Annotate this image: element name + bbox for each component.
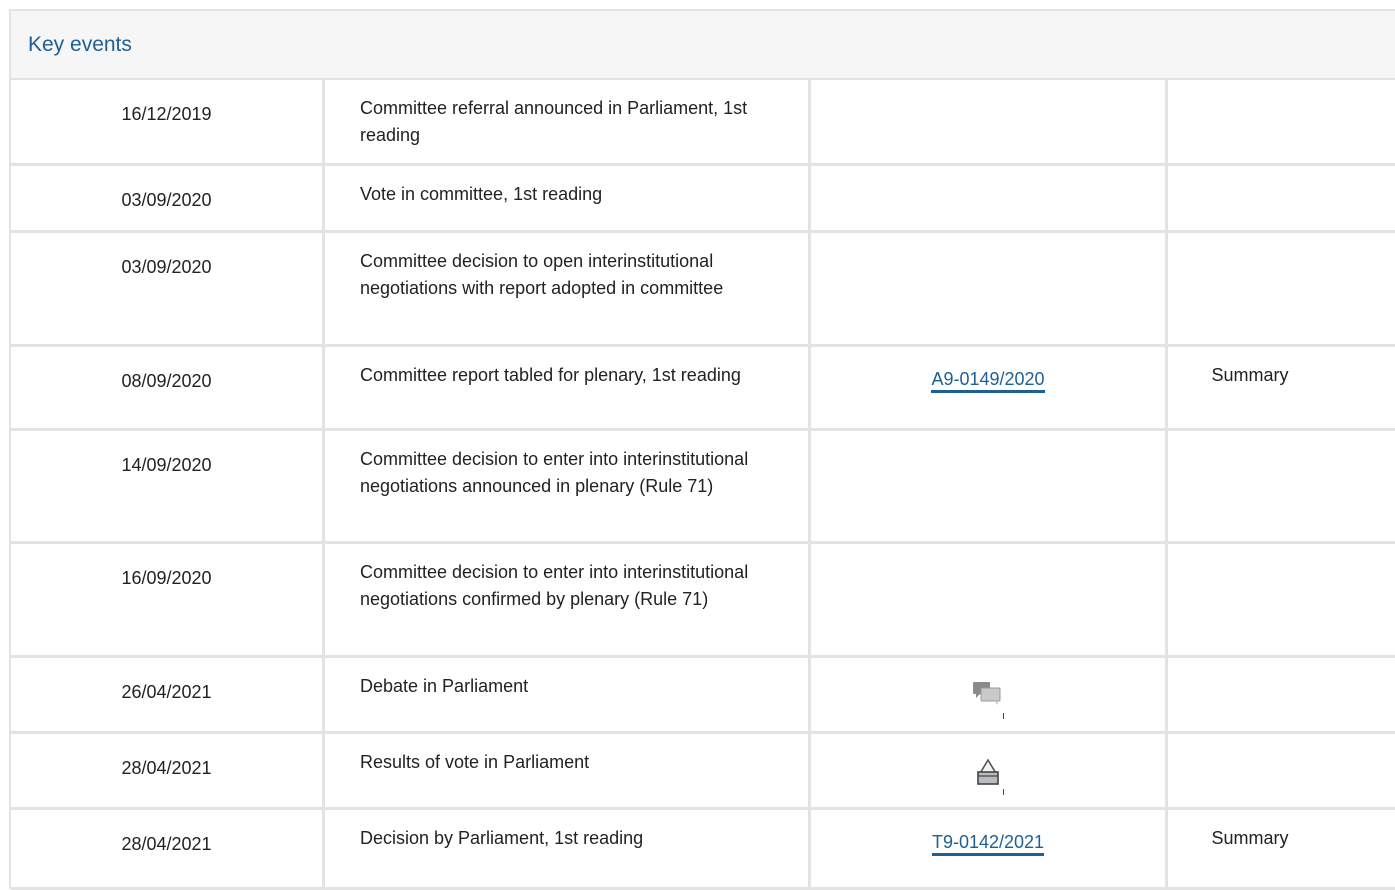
event-date: 14/09/2020 [11, 429, 324, 542]
event-date: 16/09/2020 [11, 542, 324, 656]
event-summary [1167, 164, 1395, 231]
event-summary [1167, 231, 1395, 345]
key-events-panel: Key events 16/12/2019 Committee referral… [9, 9, 1395, 889]
event-document: A9-0149/2020 [810, 345, 1167, 429]
event-date: 08/09/2020 [11, 345, 324, 429]
event-summary [1167, 542, 1395, 656]
event-document [810, 80, 1167, 164]
event-description: Committee report tabled for plenary, 1st… [324, 345, 810, 429]
event-date: 03/09/2020 [11, 164, 324, 231]
event-document [810, 542, 1167, 656]
debate-icon[interactable] [970, 679, 1006, 715]
event-summary[interactable]: Summary [1167, 808, 1395, 888]
event-description: Decision by Parliament, 1st reading [324, 808, 810, 888]
document-link[interactable]: T9-0142/2021 [932, 832, 1044, 856]
event-description: Committee decision to open interinstitut… [324, 231, 810, 345]
event-document [810, 231, 1167, 345]
table-row: 26/04/2021 Debate in Parliament [11, 656, 1395, 732]
event-summary [1167, 656, 1395, 732]
event-summary [1167, 732, 1395, 808]
event-description: Committee decision to enter into interin… [324, 429, 810, 542]
vote-icon[interactable] [970, 755, 1006, 791]
event-date: 28/04/2021 [11, 808, 324, 888]
table-row: 16/12/2019 Committee referral announced … [11, 80, 1395, 164]
event-summary[interactable]: Summary [1167, 345, 1395, 429]
event-description: Vote in committee, 1st reading [324, 164, 810, 231]
event-date: 26/04/2021 [11, 656, 324, 732]
panel-header: Key events [11, 11, 1395, 80]
event-date: 28/04/2021 [11, 732, 324, 808]
event-date: 03/09/2020 [11, 231, 324, 345]
event-date: 16/12/2019 [11, 80, 324, 164]
table-row: 14/09/2020 Committee decision to enter i… [11, 429, 1395, 542]
events-table: 16/12/2019 Committee referral announced … [11, 80, 1395, 890]
event-document [810, 429, 1167, 542]
table-row: 08/09/2020 Committee report tabled for p… [11, 345, 1395, 429]
event-summary [1167, 429, 1395, 542]
panel-title: Key events [28, 33, 132, 57]
event-document: T9-0142/2021 [810, 808, 1167, 888]
document-link[interactable]: A9-0149/2020 [931, 369, 1044, 393]
table-row: 16/09/2020 Committee decision to enter i… [11, 542, 1395, 656]
table-row: 28/04/2021 Results of vote in Parliament [11, 732, 1395, 808]
event-description: Results of vote in Parliament [324, 732, 810, 808]
event-description: Debate in Parliament [324, 656, 810, 732]
event-description: Committee decision to enter into interin… [324, 542, 810, 656]
event-document [810, 732, 1167, 808]
event-document [810, 656, 1167, 732]
table-row: 03/09/2020 Committee decision to open in… [11, 231, 1395, 345]
event-description: Committee referral announced in Parliame… [324, 80, 810, 164]
event-summary [1167, 80, 1395, 164]
table-row: 28/04/2021 Decision by Parliament, 1st r… [11, 808, 1395, 888]
table-row: 03/09/2020 Vote in committee, 1st readin… [11, 164, 1395, 231]
event-document [810, 164, 1167, 231]
